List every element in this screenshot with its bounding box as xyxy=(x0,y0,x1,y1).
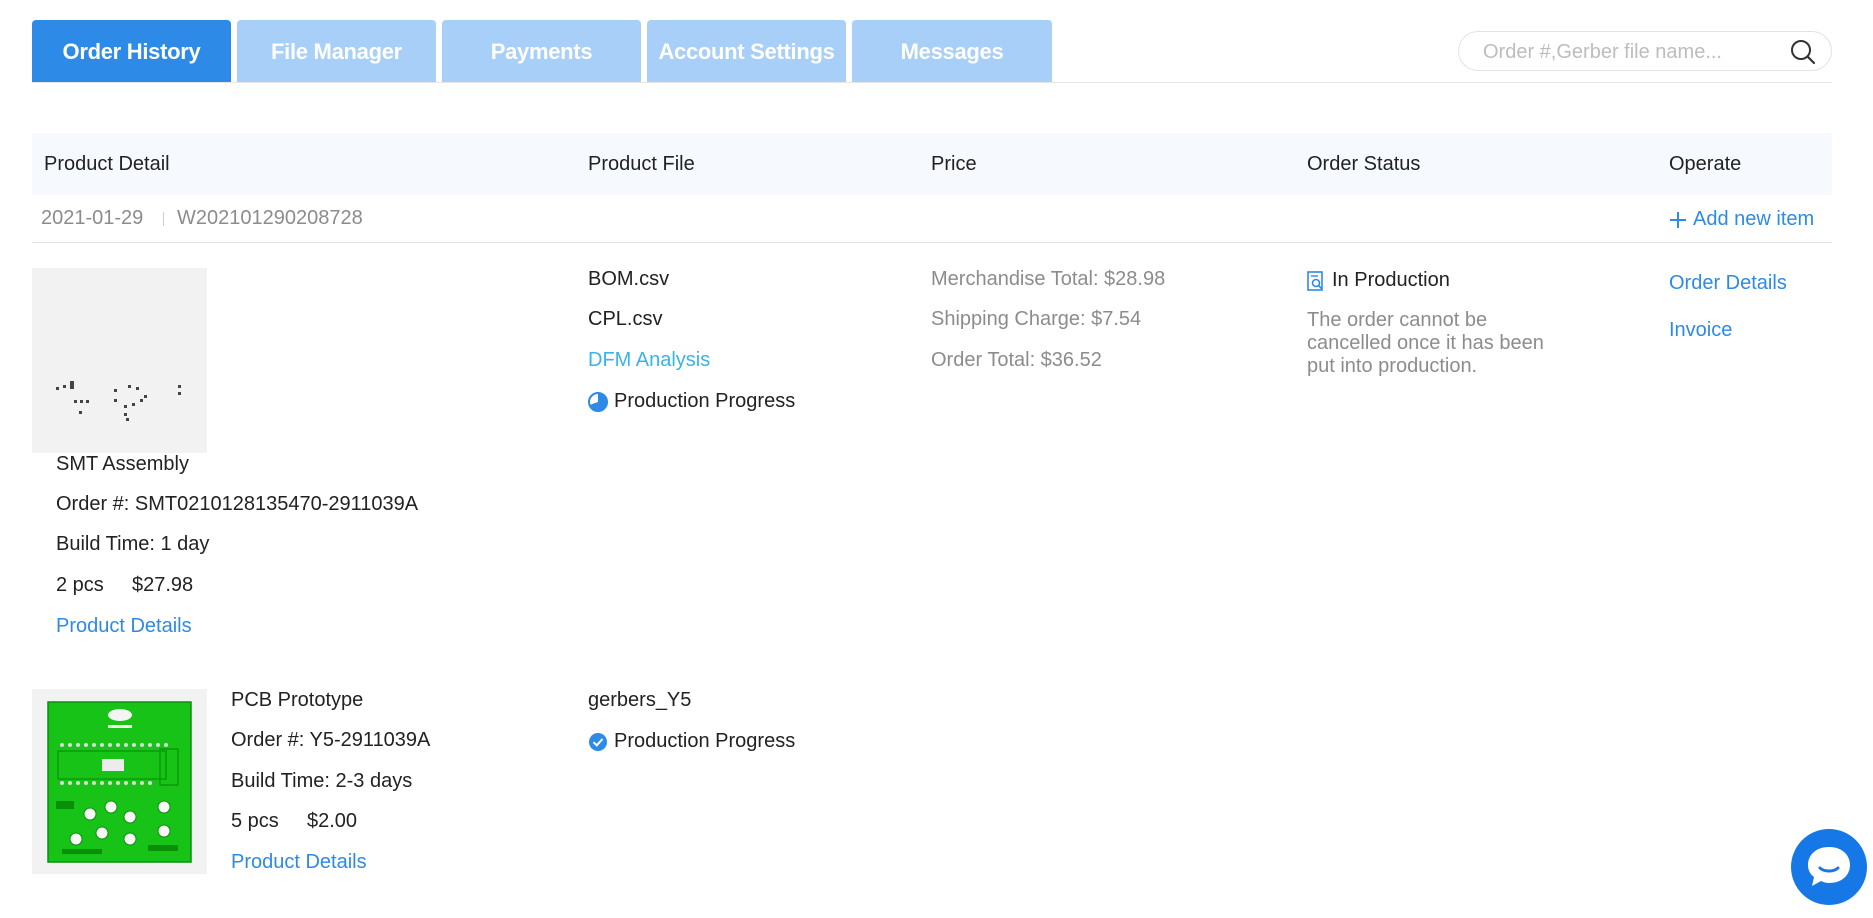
item-price: $2.00 xyxy=(307,810,358,832)
order-date: 2021-01-29 xyxy=(41,207,144,229)
add-new-item-link[interactable]: Add new item xyxy=(1669,208,1814,231)
smt-board-image xyxy=(56,381,181,421)
merchandise-total: Merchandise Total: $28.98 xyxy=(931,268,1166,290)
search-box[interactable] xyxy=(1458,31,1832,71)
search-input[interactable] xyxy=(1481,38,1775,66)
product-details-link[interactable]: Product Details xyxy=(56,615,192,638)
tab-messages[interactable]: Messages xyxy=(852,20,1052,83)
pcb-board-image xyxy=(47,701,192,863)
product-details-link[interactable]: Product Details xyxy=(231,851,367,874)
header-order-status: Order Status xyxy=(1307,153,1421,175)
item-name: SMT Assembly xyxy=(56,453,189,475)
order-number: W202101290208728 xyxy=(177,207,363,229)
tab-account-settings[interactable]: Account Settings xyxy=(647,20,846,83)
production-status-icon xyxy=(1307,270,1323,291)
status-in-production: In Production xyxy=(1307,269,1450,292)
header-product-detail: Product Detail xyxy=(44,153,170,175)
item-order-number: Order #: SMT0210128135470-2911039A xyxy=(56,493,419,515)
check-circle-icon xyxy=(589,732,607,751)
smt-assembly-thumbnail[interactable] xyxy=(32,268,207,453)
tab-file-manager[interactable]: File Manager xyxy=(237,20,436,83)
live-chat-button[interactable] xyxy=(1791,829,1867,905)
file-gerbers-y5[interactable]: gerbers_Y5 xyxy=(588,689,691,712)
order-details-link[interactable]: Order Details xyxy=(1669,272,1787,295)
item-quantity: 5 pcs xyxy=(231,810,279,832)
production-progress-label: Production Progress xyxy=(614,390,796,412)
pie-progress-icon xyxy=(588,391,608,412)
item-quantity: 2 pcs xyxy=(56,574,104,596)
chat-bubble-icon xyxy=(1808,847,1850,886)
search-icon[interactable] xyxy=(1789,38,1817,66)
status-note: The order cannot be cancelled once it ha… xyxy=(1307,309,1544,377)
tab-order-history[interactable]: Order History xyxy=(32,20,231,83)
production-progress-link[interactable]: Production Progress xyxy=(588,390,795,413)
header-price: Price xyxy=(931,153,977,175)
add-new-item-label: Add new item xyxy=(1693,208,1815,230)
production-progress-link[interactable]: Production Progress xyxy=(588,730,795,753)
item-build-time: Build Time: 1 day xyxy=(56,533,210,555)
file-cpl-csv[interactable]: CPL.csv xyxy=(588,308,662,331)
header-operate: Operate xyxy=(1669,153,1742,175)
order-total: Order Total: $36.52 xyxy=(931,349,1102,371)
item-price: $27.98 xyxy=(132,574,194,596)
header-product-file: Product File xyxy=(588,153,695,175)
item-build-time: Build Time: 2-3 days xyxy=(231,770,413,792)
plus-icon xyxy=(1670,211,1686,228)
production-progress-label: Production Progress xyxy=(614,730,796,752)
order-date-separator xyxy=(163,212,164,226)
shipping-charge: Shipping Charge: $7.54 xyxy=(931,308,1142,330)
tab-payments[interactable]: Payments xyxy=(442,20,641,83)
item-name: PCB Prototype xyxy=(231,689,364,711)
invoice-link[interactable]: Invoice xyxy=(1669,319,1732,342)
status-label: In Production xyxy=(1332,269,1450,291)
item-order-number: Order #: Y5-2911039A xyxy=(231,729,431,751)
order-divider xyxy=(32,242,1832,243)
dfm-analysis-link[interactable]: DFM Analysis xyxy=(588,349,710,372)
tab-divider xyxy=(32,82,1832,83)
file-bom-csv[interactable]: BOM.csv xyxy=(588,268,669,291)
pcb-prototype-thumbnail[interactable] xyxy=(32,689,207,874)
